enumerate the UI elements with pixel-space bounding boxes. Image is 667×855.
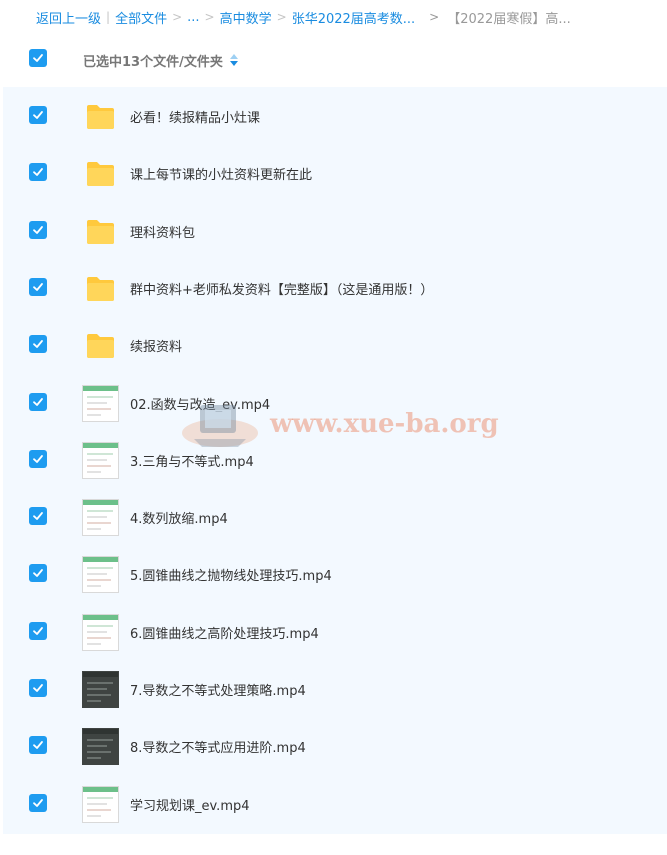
check-icon xyxy=(33,512,43,520)
file-row[interactable]: 7.导数之不等式处理策略.mp4 xyxy=(3,660,667,717)
file-row[interactable]: 必看！续报精品小灶课 xyxy=(3,87,667,144)
check-icon xyxy=(33,340,43,348)
file-row[interactable]: 4.数列放缩.mp4 xyxy=(3,488,667,545)
file-name[interactable]: 必看！续报精品小灶课 xyxy=(130,107,260,126)
folder-icon xyxy=(87,277,114,301)
folder-icon xyxy=(87,105,114,129)
file-name[interactable]: 4.数列放缩.mp4 xyxy=(130,508,228,527)
folder-icon xyxy=(82,213,119,250)
check-icon xyxy=(33,569,43,577)
video-thumbnail xyxy=(82,385,119,422)
folder-icon xyxy=(82,98,119,135)
check-icon xyxy=(33,741,43,749)
breadcrumb-ellipsis[interactable]: ... xyxy=(187,10,199,25)
file-checkbox[interactable] xyxy=(29,564,47,582)
file-checkbox[interactable] xyxy=(29,450,47,468)
file-row[interactable]: 群中资料+老师私发资料【完整版】（这是通用版！） xyxy=(3,259,667,316)
video-thumbnail xyxy=(82,671,119,708)
sort-icon[interactable] xyxy=(229,54,239,68)
file-name[interactable]: 6.圆锥曲线之高阶处理技巧.mp4 xyxy=(130,623,319,642)
file-name[interactable]: 续报资料 xyxy=(130,336,182,355)
file-name[interactable]: 02.函数与改造_ev.mp4 xyxy=(130,394,270,413)
file-checkbox[interactable] xyxy=(29,393,47,411)
folder-icon xyxy=(87,220,114,244)
file-checkbox[interactable] xyxy=(29,221,47,239)
folder-icon xyxy=(82,327,119,364)
file-row[interactable]: 理科资料包 xyxy=(3,202,667,259)
check-icon xyxy=(33,111,43,119)
selection-count-label: 已选中13个文件/文件夹 xyxy=(83,51,239,70)
file-checkbox[interactable] xyxy=(29,278,47,296)
folder-icon xyxy=(87,162,114,186)
breadcrumb-separator: > xyxy=(204,10,215,24)
check-icon xyxy=(33,627,43,635)
file-checkbox[interactable] xyxy=(29,622,47,640)
file-name[interactable]: 课上每节课的小灶资料更新在此 xyxy=(130,164,312,183)
breadcrumb-arrow: > xyxy=(429,10,440,24)
video-thumbnail xyxy=(82,556,119,593)
file-name[interactable]: 8.导数之不等式应用进阶.mp4 xyxy=(130,737,306,756)
file-row[interactable]: 5.圆锥曲线之抛物线处理技巧.mp4 xyxy=(3,545,667,602)
check-icon xyxy=(33,799,43,807)
video-thumbnail xyxy=(82,499,119,536)
file-row[interactable]: 6.圆锥曲线之高阶处理技巧.mp4 xyxy=(3,603,667,660)
video-thumbnail xyxy=(82,728,119,765)
file-checkbox[interactable] xyxy=(29,794,47,812)
file-checkbox[interactable] xyxy=(29,507,47,525)
video-thumbnail xyxy=(82,786,119,823)
file-row[interactable]: 学习规划课_ev.mp4 xyxy=(3,775,667,832)
breadcrumb-separator: | xyxy=(106,10,111,24)
back-link[interactable]: 返回上一级 xyxy=(36,8,101,27)
breadcrumb: 返回上一级 | 全部文件 > ... > 高中数学 > 张华2022届高考数..… xyxy=(0,0,667,34)
all-files-link[interactable]: 全部文件 xyxy=(115,8,167,27)
file-row[interactable]: 续报资料 xyxy=(3,316,667,373)
file-row[interactable]: 课上每节课的小灶资料更新在此 xyxy=(3,144,667,201)
file-name[interactable]: 3.三角与不等式.mp4 xyxy=(130,451,254,470)
video-thumbnail xyxy=(82,614,119,651)
check-icon xyxy=(33,398,43,406)
file-row[interactable]: 8.导数之不等式应用进阶.mp4 xyxy=(3,717,667,774)
file-name[interactable]: 学习规划课_ev.mp4 xyxy=(130,795,250,814)
check-icon xyxy=(33,283,43,291)
file-checkbox[interactable] xyxy=(29,736,47,754)
check-icon xyxy=(33,455,43,463)
file-checkbox[interactable] xyxy=(29,335,47,353)
breadcrumb-item-level2[interactable]: 张华2022届高考数... xyxy=(292,8,415,27)
file-row[interactable]: 02.函数与改造_ev.mp4 xyxy=(3,374,667,431)
file-checkbox[interactable] xyxy=(29,679,47,697)
file-name[interactable]: 7.导数之不等式处理策略.mp4 xyxy=(130,680,306,699)
file-checkbox[interactable] xyxy=(29,163,47,181)
select-all-checkbox[interactable] xyxy=(29,49,47,67)
file-name[interactable]: 群中资料+老师私发资料【完整版】（这是通用版！） xyxy=(130,279,433,298)
video-thumbnail xyxy=(82,442,119,479)
check-icon xyxy=(33,54,43,62)
folder-icon xyxy=(82,155,119,192)
breadcrumb-item-level1[interactable]: 高中数学 xyxy=(220,8,272,27)
folder-icon xyxy=(82,270,119,307)
file-row[interactable]: 3.三角与不等式.mp4 xyxy=(3,431,667,488)
file-list: 必看！续报精品小灶课课上每节课的小灶资料更新在此 理科资料包群中资料+老师私发资料… xyxy=(3,87,667,834)
check-icon xyxy=(33,684,43,692)
folder-icon xyxy=(87,334,114,358)
file-checkbox[interactable] xyxy=(29,106,47,124)
breadcrumb-current: 【2022届寒假】高... xyxy=(447,11,571,27)
file-name[interactable]: 理科资料包 xyxy=(130,222,195,241)
check-icon xyxy=(33,226,43,234)
file-name[interactable]: 5.圆锥曲线之抛物线处理技巧.mp4 xyxy=(130,565,332,584)
file-list-header: 已选中13个文件/文件夹 xyxy=(0,34,667,86)
selection-count-text: 已选中13个文件/文件夹 xyxy=(83,55,223,70)
breadcrumb-separator: > xyxy=(172,10,183,24)
check-icon xyxy=(33,168,43,176)
breadcrumb-separator: > xyxy=(276,10,287,24)
